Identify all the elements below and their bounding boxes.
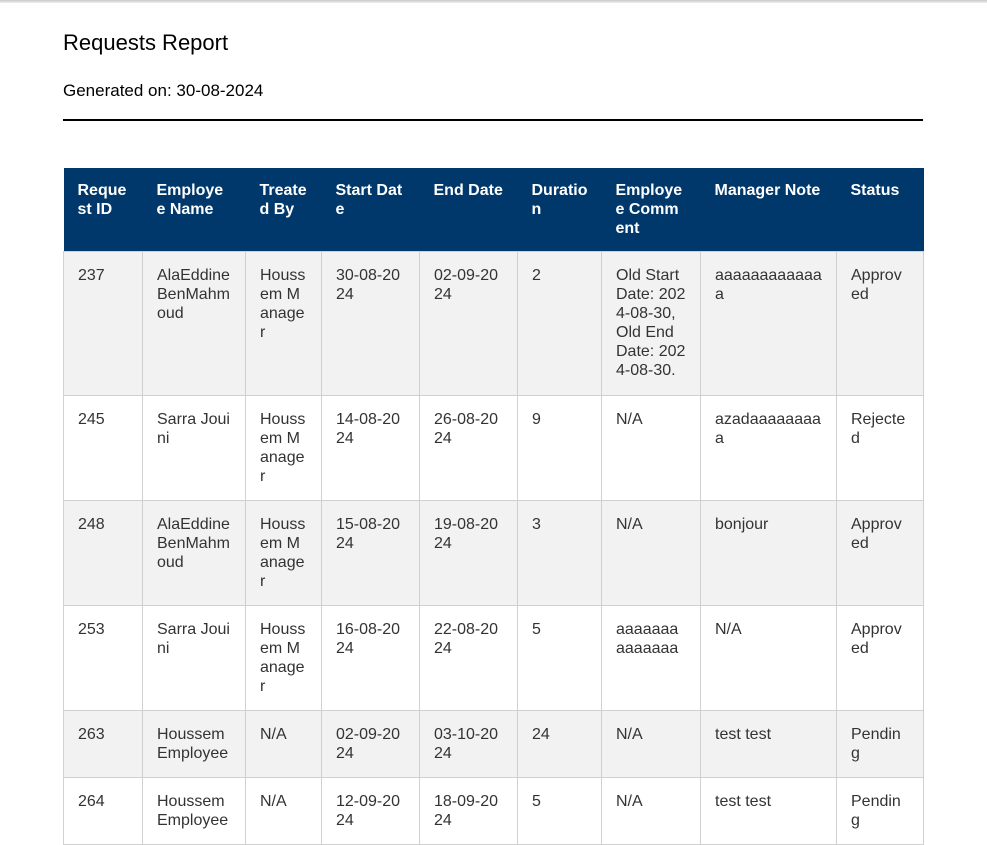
generated-date: Generated on: 30-08-2024 [63, 81, 264, 100]
cell-employee-name: Houssem Employee [142, 777, 246, 845]
column-header-treated-by: Treated By [245, 168, 322, 252]
table-row: 248 AlaEddine BenMahmoud Houssem Manager… [63, 500, 924, 606]
cell-treated-by: Houssem Manager [245, 395, 322, 501]
column-header-duration: Duration [517, 168, 602, 252]
title-divider [63, 119, 923, 121]
cell-employee-comment: N/A [601, 395, 701, 501]
column-header-request-id: Request ID [63, 168, 143, 252]
table-row: 245 Sarra Jouini Houssem Manager 14-08-2… [63, 395, 924, 501]
cell-status: Pending [836, 777, 924, 845]
cell-request-id: 263 [63, 710, 143, 778]
requests-table: Request ID Employee Name Treated By Star… [63, 168, 924, 845]
cell-employee-comment: N/A [601, 777, 701, 845]
cell-employee-name: Sarra Jouini [142, 395, 246, 501]
cell-treated-by: Houssem Manager [245, 605, 322, 711]
cell-treated-by: N/A [245, 710, 322, 778]
table-row: 264 Houssem Employee N/A 12-09-2024 18-0… [63, 777, 924, 845]
cell-status: Approved [836, 605, 924, 711]
table-row: 253 Sarra Jouini Houssem Manager 16-08-2… [63, 605, 924, 711]
table-row: 237 AlaEddine BenMahmoud Houssem Manager… [63, 251, 924, 396]
cell-status: Approved [836, 251, 924, 396]
report-title: Requests Report [63, 30, 229, 55]
table-row: 263 Houssem Employee N/A 02-09-2024 03-1… [63, 710, 924, 778]
cell-duration: 5 [517, 777, 602, 845]
cell-treated-by: N/A [245, 777, 322, 845]
cell-manager-note: test test [700, 710, 837, 778]
cell-duration: 3 [517, 500, 602, 606]
cell-end-date: 19-08-2024 [419, 500, 518, 606]
cell-employee-comment: Old Start Date: 2024-08-30, Old End Date… [601, 251, 701, 396]
table-body: 237 AlaEddine BenMahmoud Houssem Manager… [63, 251, 924, 845]
cell-employee-name: AlaEddine BenMahmoud [142, 500, 246, 606]
cell-start-date: 12-09-2024 [321, 777, 420, 845]
column-header-end-date: End Date [419, 168, 518, 252]
cell-manager-note: azadaaaaaaaaa [700, 395, 837, 501]
cell-duration: 5 [517, 605, 602, 711]
cell-treated-by: Houssem Manager [245, 500, 322, 606]
cell-start-date: 15-08-2024 [321, 500, 420, 606]
column-header-start-date: Start Date [321, 168, 420, 252]
cell-end-date: 03-10-2024 [419, 710, 518, 778]
cell-start-date: 02-09-2024 [321, 710, 420, 778]
column-header-status: Status [836, 168, 924, 252]
cell-request-id: 248 [63, 500, 143, 606]
cell-employee-comment: aaaaaaaaaaaaaa [601, 605, 701, 711]
cell-employee-name: Sarra Jouini [142, 605, 246, 711]
cell-status: Approved [836, 500, 924, 606]
cell-request-id: 264 [63, 777, 143, 845]
table-header: Request ID Employee Name Treated By Star… [63, 168, 924, 252]
cell-request-id: 253 [63, 605, 143, 711]
column-header-employee-comment: Employee Comment [601, 168, 701, 252]
cell-status: Pending [836, 710, 924, 778]
cell-manager-note: N/A [700, 605, 837, 711]
cell-manager-note: aaaaaaaaaaaaa [700, 251, 837, 396]
column-header-manager-note: Manager Note [700, 168, 837, 252]
cell-employee-name: AlaEddine BenMahmoud [142, 251, 246, 396]
cell-request-id: 245 [63, 395, 143, 501]
cell-end-date: 22-08-2024 [419, 605, 518, 711]
cell-employee-comment: N/A [601, 710, 701, 778]
cell-duration: 24 [517, 710, 602, 778]
cell-manager-note: test test [700, 777, 837, 845]
cell-end-date: 18-09-2024 [419, 777, 518, 845]
cell-start-date: 16-08-2024 [321, 605, 420, 711]
cell-manager-note: bonjour [700, 500, 837, 606]
cell-treated-by: Houssem Manager [245, 251, 322, 396]
cell-request-id: 237 [63, 251, 143, 396]
cell-duration: 9 [517, 395, 602, 501]
cell-duration: 2 [517, 251, 602, 396]
cell-status: Rejected [836, 395, 924, 501]
cell-end-date: 02-09-2024 [419, 251, 518, 396]
column-header-employee-name: Employee Name [142, 168, 246, 252]
header-row: Request ID Employee Name Treated By Star… [63, 168, 924, 252]
viewer-top-shadow [0, 0, 987, 3]
cell-start-date: 14-08-2024 [321, 395, 420, 501]
cell-start-date: 30-08-2024 [321, 251, 420, 396]
cell-end-date: 26-08-2024 [419, 395, 518, 501]
cell-employee-name: Houssem Employee [142, 710, 246, 778]
cell-employee-comment: N/A [601, 500, 701, 606]
